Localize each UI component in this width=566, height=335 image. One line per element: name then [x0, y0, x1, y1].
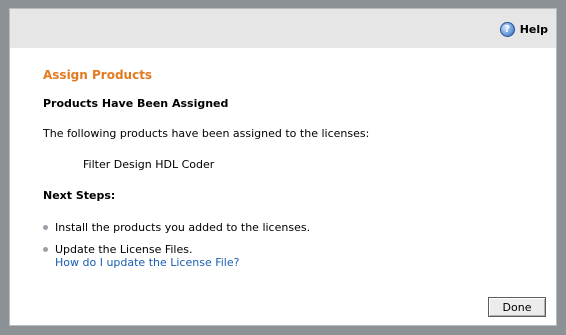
help-label: Help: [519, 22, 548, 36]
step-text: Update the License Files.: [55, 243, 193, 256]
help-icon: ?: [499, 21, 515, 37]
page-title: Assign Products: [43, 68, 153, 82]
step-item: Install the products you added to the li…: [43, 221, 310, 234]
bullet-icon: [43, 225, 48, 230]
done-button[interactable]: Done: [488, 297, 546, 317]
next-steps-heading: Next Steps:: [43, 189, 116, 202]
help-button[interactable]: ? Help: [499, 21, 548, 37]
bullet-icon: [43, 247, 48, 252]
update-license-help-link[interactable]: How do I update the License File?: [55, 256, 239, 269]
product-item: Filter Design HDL Coder: [83, 158, 215, 171]
assign-products-dialog: ? Help Assign Products Products Have Bee…: [9, 8, 557, 326]
dialog-toolbar: ? Help: [10, 9, 556, 48]
step-text: Install the products you added to the li…: [55, 221, 311, 234]
section-heading: Products Have Been Assigned: [43, 97, 229, 110]
step-item: Update the License Files. How do I updat…: [43, 243, 239, 269]
intro-text: The following products have been assigne…: [43, 127, 370, 140]
